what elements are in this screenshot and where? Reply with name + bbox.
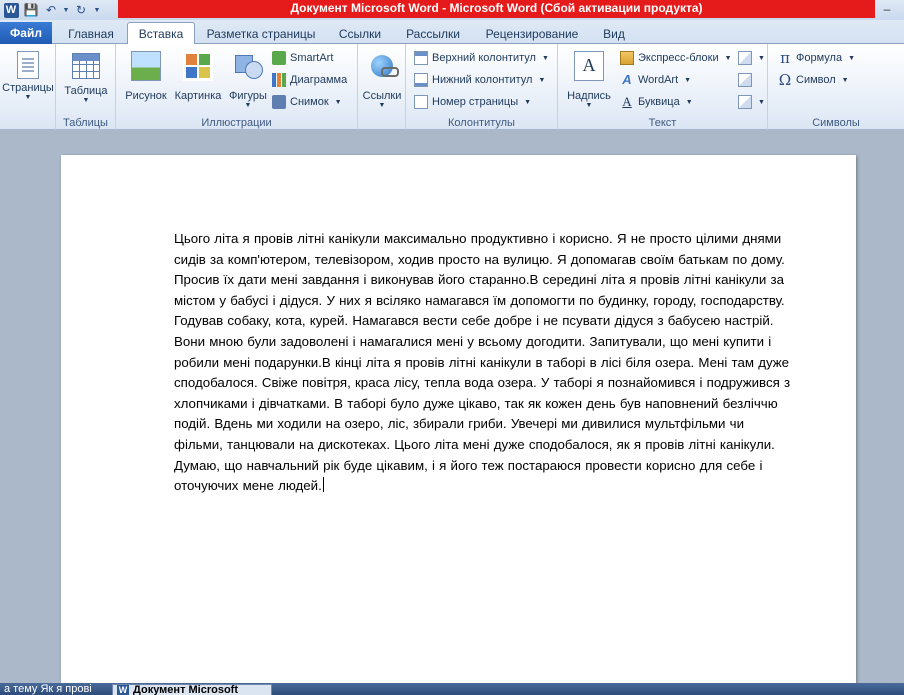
object-icon: [738, 95, 752, 109]
calendar-icon: [738, 73, 752, 87]
group-label-symbols: Символы: [812, 117, 860, 129]
hyperlink-icon: [367, 51, 399, 81]
chevron-down-icon: ▼: [378, 102, 386, 109]
equation-button[interactable]: π Формула ▼: [778, 48, 855, 68]
omega-icon: Ω: [778, 71, 792, 89]
footer-button[interactable]: Нижний колонтитул ▼: [414, 70, 545, 90]
textbox-button[interactable]: Надпись ▼: [560, 48, 618, 110]
tab-home[interactable]: Главная: [60, 24, 122, 44]
taskbar: а тему Як я прові W Документ Microsoft: [0, 683, 904, 695]
signature-line-icon: [738, 51, 752, 65]
document-page[interactable]: Цього літа я провів літні канікули макси…: [61, 155, 856, 695]
smartart-icon: [272, 51, 286, 65]
chevron-down-icon: ▼: [82, 97, 90, 104]
text-cursor: [322, 477, 324, 493]
chevron-down-icon: ▼: [684, 76, 692, 84]
tab-insert[interactable]: Вставка: [127, 22, 195, 45]
wordart-button[interactable]: A WordArt ▼: [620, 70, 691, 90]
signature-line-button[interactable]: ▼: [738, 48, 765, 68]
picture-button[interactable]: Рисунок: [120, 48, 172, 102]
page-number-icon: [414, 95, 428, 109]
group-label-illustrations: Иллюстрации: [201, 117, 272, 129]
window-title: Документ Microsoft Word - Microsoft Word…: [118, 0, 875, 18]
undo-icon[interactable]: ↶: [42, 1, 60, 19]
screenshot-button[interactable]: Снимок ▼: [272, 92, 342, 112]
datetime-button[interactable]: [738, 70, 752, 90]
chevron-down-icon: ▼: [244, 102, 252, 109]
customize-qat-icon[interactable]: ▼: [92, 1, 102, 19]
shapes-button[interactable]: Фигуры ▼: [224, 48, 272, 110]
smartart-button[interactable]: SmartArt: [272, 48, 333, 68]
minimize-icon[interactable]: –: [874, 0, 900, 18]
quick-access-toolbar: W 💾 ↶ ▼ ↻ ▼: [0, 0, 102, 20]
object-button[interactable]: ▼: [738, 92, 765, 112]
chevron-down-icon: ▼: [538, 76, 546, 84]
group-text: Надпись ▼ Экспресс-блоки ▼ A WordArt ▼ A…: [558, 44, 768, 130]
tab-view[interactable]: Вид: [594, 24, 634, 44]
chevron-down-icon: ▼: [841, 76, 849, 84]
chevron-down-icon: ▼: [848, 54, 856, 62]
chart-button[interactable]: Диаграмма: [272, 70, 347, 90]
taskbar-item-word[interactable]: W Документ Microsoft: [112, 684, 272, 695]
group-label-text: Текст: [648, 117, 677, 129]
chevron-down-icon: ▼: [334, 98, 342, 106]
group-label-header-footer: Колонтитулы: [448, 117, 515, 129]
word-app-icon[interactable]: W: [2, 1, 20, 19]
chevron-down-icon: ▼: [24, 94, 32, 101]
chevron-down-icon: ▼: [524, 98, 532, 106]
symbol-button[interactable]: Ω Символ ▼: [778, 70, 849, 90]
save-icon[interactable]: 💾: [22, 1, 40, 19]
textbox-icon: [574, 51, 604, 81]
header-button[interactable]: Верхний колонтитул ▼: [414, 48, 549, 68]
group-links: Ссылки ▼: [358, 44, 406, 130]
chevron-down-icon: ▼: [685, 98, 693, 106]
document-body[interactable]: Цього літа я провів літні канікули макси…: [174, 229, 794, 497]
pi-icon: π: [780, 49, 790, 67]
taskbar-item-browser[interactable]: а тему Як я прові: [0, 684, 104, 695]
page-number-button[interactable]: Номер страницы ▼: [414, 92, 531, 112]
word-icon: W: [117, 685, 129, 695]
shapes-icon: [233, 51, 263, 81]
ribbon-tabs: Файл Главная Вставка Разметка страницы С…: [0, 20, 904, 45]
page-icon: [17, 51, 39, 79]
chevron-down-icon: ▼: [585, 102, 593, 109]
dropcap-button[interactable]: A Буквица ▼: [620, 92, 693, 112]
quickparts-button[interactable]: Экспресс-блоки ▼: [620, 48, 732, 68]
chevron-down-icon: ▼: [724, 54, 732, 62]
ribbon: Страницы ▼ Таблица ▼ Таблицы Рисунок Кар…: [0, 44, 904, 130]
repeat-icon[interactable]: ↻: [72, 1, 90, 19]
tab-page-layout[interactable]: Разметка страницы: [200, 24, 322, 44]
chevron-down-icon: ▼: [541, 54, 549, 62]
title-bar: W 💾 ↶ ▼ ↻ ▼ Документ Microsoft Word - Mi…: [0, 0, 904, 20]
quickparts-icon: [620, 51, 634, 65]
chart-icon: [272, 73, 286, 87]
wordart-icon: A: [622, 72, 632, 87]
links-button[interactable]: Ссылки ▼: [358, 48, 406, 110]
header-icon: [414, 51, 428, 65]
picture-icon: [131, 51, 161, 81]
group-header-footer: Верхний колонтитул ▼ Нижний колонтитул ▼…: [406, 44, 558, 130]
document-area[interactable]: Цього літа я провів літні канікули макси…: [0, 130, 904, 695]
tab-review[interactable]: Рецензирование: [476, 24, 588, 44]
group-pages: Страницы ▼: [0, 44, 56, 130]
pages-button[interactable]: Страницы ▼: [0, 48, 56, 102]
footer-icon: [414, 73, 428, 87]
table-button[interactable]: Таблица ▼: [56, 48, 116, 105]
group-tables: Таблица ▼ Таблицы: [56, 44, 116, 130]
clipart-icon: [183, 51, 213, 81]
tab-mailings[interactable]: Рассылки: [398, 24, 468, 44]
group-illustrations: Рисунок Картинка Фигуры ▼ SmartArt Диагр…: [116, 44, 358, 130]
chevron-down-icon: ▼: [758, 54, 765, 62]
group-symbols: π Формула ▼ Ω Символ ▼ Символы: [768, 44, 904, 130]
tab-file[interactable]: Файл: [0, 22, 52, 44]
dropcap-icon: A: [622, 94, 632, 109]
undo-dropdown-icon[interactable]: ▼: [62, 1, 70, 19]
chevron-down-icon: ▼: [758, 98, 765, 106]
document-text[interactable]: Цього літа я провів літні канікули макси…: [174, 231, 790, 493]
tab-references[interactable]: Ссылки: [330, 24, 390, 44]
group-label-tables: Таблицы: [63, 117, 108, 129]
screenshot-icon: [272, 95, 286, 109]
clipart-button[interactable]: Картинка: [172, 48, 224, 102]
table-icon: [72, 53, 100, 79]
